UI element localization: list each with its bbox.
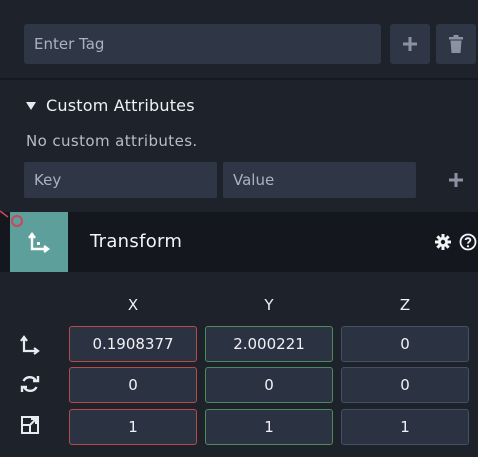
position-z-field[interactable]: 0 [341, 326, 469, 362]
settings-button[interactable] [433, 232, 453, 252]
tag-input[interactable] [24, 24, 381, 64]
position-y-field[interactable]: 2.000221 [205, 326, 333, 362]
rotation-row-icon [18, 372, 42, 396]
rotation-z-field[interactable]: 0 [341, 367, 469, 403]
position-row-icon [18, 332, 42, 356]
delete-tag-button[interactable] [436, 24, 476, 64]
axis-label-x: X [127, 296, 139, 314]
custom-attributes-empty-message: No custom attributes. [26, 132, 198, 150]
transform-title: Transform [90, 231, 183, 252]
transform-header[interactable]: Transform [0, 212, 478, 272]
plus-icon [449, 173, 463, 187]
transform-component-icon-box [10, 212, 68, 272]
tags-row [24, 24, 478, 64]
position-icon [20, 335, 40, 355]
add-attribute-button[interactable] [436, 162, 476, 198]
tags-section [0, 0, 478, 78]
scale-icon [21, 416, 39, 434]
transform-axis-icon [28, 232, 50, 253]
rotation-y-field[interactable]: 0 [205, 367, 333, 403]
trash-icon [449, 35, 463, 53]
gear-icon [435, 234, 451, 250]
scale-x-field[interactable]: 1 [69, 409, 197, 445]
custom-attributes-title: Custom Attributes [46, 96, 195, 115]
position-x-field[interactable]: 0.1908377 [69, 326, 197, 362]
rotate-icon [20, 375, 40, 393]
axis-label-z: Z [399, 296, 411, 314]
custom-attributes-toggle[interactable]: Custom Attributes [26, 96, 195, 115]
help-button[interactable] [458, 232, 478, 252]
attribute-value-input[interactable] [223, 162, 416, 198]
transform-body: X Y Z 0.1908377 2.000221 0 0 0 0 1 1 1 [0, 272, 478, 457]
inspector-panel: Custom Attributes No custom attributes. … [0, 0, 478, 457]
plus-icon [403, 37, 417, 51]
axis-label-y: Y [264, 296, 274, 314]
custom-attributes-section: Custom Attributes No custom attributes. [0, 80, 478, 212]
scale-y-field[interactable]: 1 [205, 409, 333, 445]
add-tag-button[interactable] [390, 24, 430, 64]
attribute-key-input[interactable] [24, 162, 217, 198]
caret-down-icon [26, 101, 36, 110]
rotation-x-field[interactable]: 0 [69, 367, 197, 403]
help-icon [459, 233, 477, 251]
scale-row-icon [18, 413, 42, 437]
scale-z-field[interactable]: 1 [341, 409, 469, 445]
